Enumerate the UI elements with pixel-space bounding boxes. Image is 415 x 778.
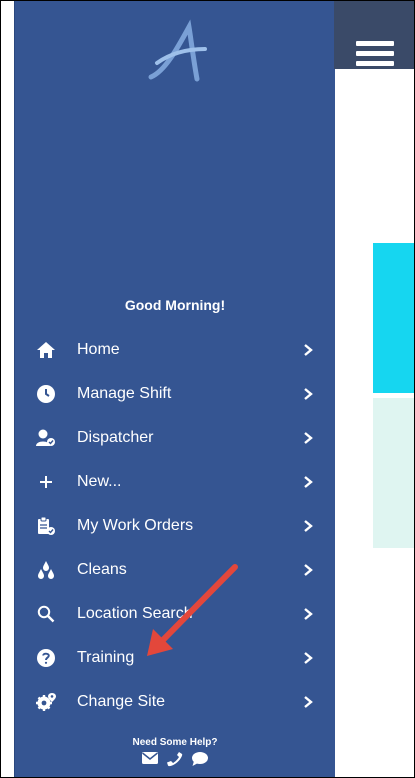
menu-item-dispatcher[interactable]: Dispatcher (15, 416, 335, 460)
menu-item-home[interactable]: Home (15, 328, 335, 372)
chevron-right-icon (304, 520, 313, 532)
menu-item-label: Dispatcher (77, 429, 154, 446)
menu-item-change-site[interactable]: Change Site (15, 680, 335, 724)
home-icon (35, 339, 57, 361)
menu-item-new[interactable]: New... (15, 460, 335, 504)
chevron-right-icon (304, 344, 313, 356)
question-icon (35, 647, 57, 669)
help-contact-icons (15, 751, 335, 767)
content-card-mint[interactable] (373, 398, 414, 548)
chevron-right-icon (304, 652, 313, 664)
navigation-drawer: Good Morning! Home Manage Shift Dispatch… (14, 1, 335, 777)
drops-icon (35, 559, 57, 581)
menu-item-training[interactable]: Training (15, 636, 335, 680)
menu-list: Home Manage Shift Dispatcher New... My W… (15, 328, 335, 724)
chevron-right-icon (304, 432, 313, 444)
menu-item-cleans[interactable]: Cleans (15, 548, 335, 592)
menu-item-label: New... (77, 473, 122, 490)
menu-item-label: Location Search (77, 605, 193, 622)
content-card-cyan[interactable] (373, 243, 414, 393)
menu-item-location-search[interactable]: Location Search (15, 592, 335, 636)
location-cog-icon (35, 691, 57, 713)
menu-item-label: Cleans (77, 561, 127, 578)
clock-icon (35, 383, 57, 405)
app-frame: Good Morning! Home Manage Shift Dispatch… (0, 0, 415, 778)
chevron-right-icon (304, 608, 313, 620)
menu-item-label: Home (77, 341, 120, 358)
chevron-right-icon (304, 696, 313, 708)
chat-icon[interactable] (191, 751, 209, 767)
dispatcher-icon (35, 427, 57, 449)
hamburger-menu-icon[interactable] (356, 41, 394, 67)
menu-item-my-work-orders[interactable]: My Work Orders (15, 504, 335, 548)
menu-item-label: Manage Shift (77, 385, 172, 402)
app-logo (148, 19, 207, 82)
phone-icon[interactable] (166, 751, 184, 767)
menu-item-label: My Work Orders (77, 517, 194, 534)
menu-item-label: Change Site (77, 693, 166, 710)
plus-icon (35, 471, 57, 493)
menu-item-manage-shift[interactable]: Manage Shift (15, 372, 335, 416)
clipboard-icon (35, 515, 57, 537)
help-label: Need Some Help? (132, 737, 218, 748)
search-icon (35, 603, 57, 625)
chevron-right-icon (304, 564, 313, 576)
greeting-text: Good Morning! (124, 297, 226, 313)
chevron-right-icon (304, 476, 313, 488)
chevron-right-icon (304, 388, 313, 400)
mail-icon[interactable] (141, 751, 159, 767)
menu-item-label: Training (77, 649, 135, 666)
